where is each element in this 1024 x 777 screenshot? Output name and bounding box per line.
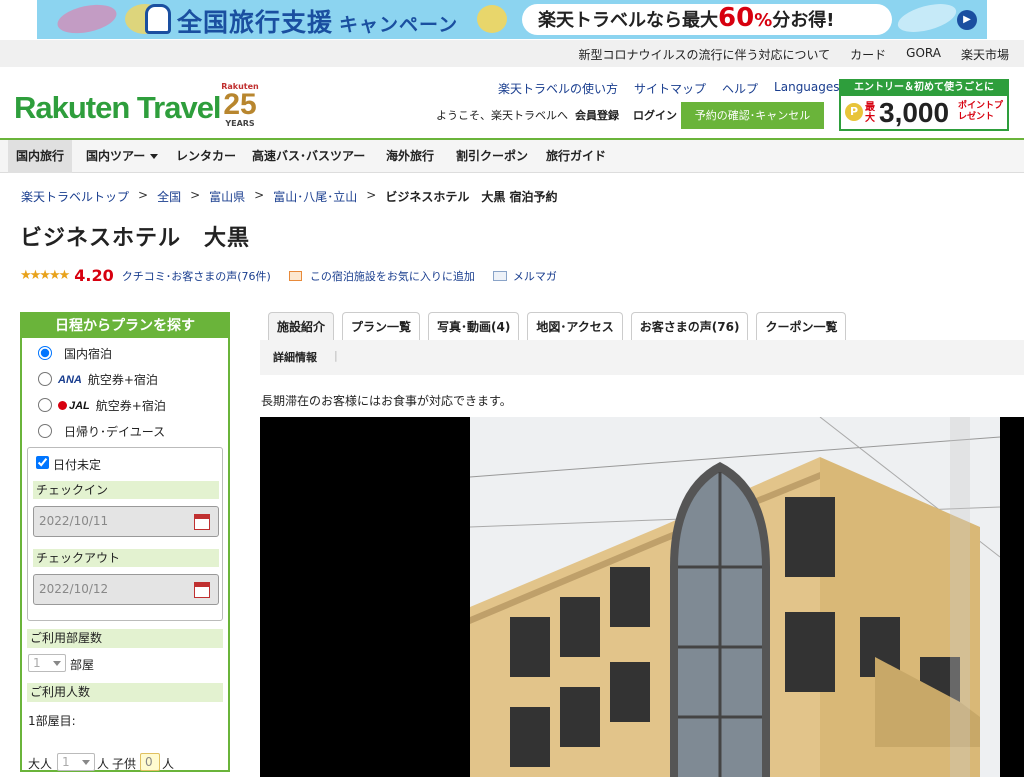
breadcrumb-top[interactable]: 楽天トラベルトップ — [21, 188, 129, 205]
breadcrumb-all[interactable]: 全国 — [157, 188, 181, 205]
rooms-select[interactable]: 1 — [28, 654, 66, 672]
chevron-down-icon — [53, 661, 61, 666]
covid-link[interactable]: 新型コロナウイルスの流行に伴う対応について — [579, 46, 831, 63]
rooms-unit: 部屋 — [70, 658, 95, 672]
plan-search-panel: 日程からプランを探す 国内宿泊 ANA 航空券+宿泊 JAL 航空券+宿泊 日帰り･… — [20, 312, 230, 772]
tab-coupons[interactable]: クーポン一覧 — [756, 312, 847, 340]
ichiba-link[interactable]: 楽天市場 — [961, 46, 1009, 63]
date-box: 日付未定 チェックイン 2022/10/11 チェックアウト 2022/10/1… — [27, 447, 223, 621]
train-icon — [145, 4, 171, 34]
radio-jal[interactable] — [38, 398, 52, 412]
radio-jal-label: 航空券+宿泊 — [95, 399, 166, 413]
jal-logo: JAL — [58, 400, 90, 412]
utility-bar: 新型コロナウイルスの流行に伴う対応について カード GORA 楽天市場 — [0, 40, 1024, 67]
gora-link[interactable]: GORA — [906, 46, 941, 63]
checkout-input[interactable]: 2022/10/12 — [33, 574, 219, 605]
help-link[interactable]: ヘルプ — [722, 80, 758, 97]
login-link[interactable]: ログイン — [633, 107, 677, 123]
campaign-banner[interactable]: 全国旅行支援 キャンペーン 楽天トラベルなら最大60%分お得! ▶ — [37, 0, 987, 39]
welcome-text: ようこそ、楽天トラベルへ — [436, 109, 568, 122]
reservation-check-button[interactable]: 予約の確認･キャンセル — [681, 102, 824, 129]
rooms-label: ご利用部屋数 — [27, 629, 223, 648]
radio-ana[interactable] — [38, 372, 52, 386]
points-promo-banner[interactable]: エントリー＆初めて使うごとに P 最大 3,000 ポイントプレゼント — [839, 79, 1009, 131]
checkout-label: チェックアウト — [33, 549, 219, 567]
main-nav: 国内旅行 国内ツアー レンタカー 高速バス･バスツアー 海外旅行 割引クーポン … — [0, 138, 1024, 173]
tab-facility[interactable]: 施設紹介 — [268, 312, 335, 340]
reviews-link[interactable]: クチコミ･お客さまの声(76件) — [122, 268, 271, 284]
room1-label: 1部屋目: — [28, 714, 76, 728]
child-unit: 人 — [162, 757, 175, 771]
radio-ana-label: 航空券+宿泊 — [87, 373, 158, 387]
rating-score: 4.20 — [74, 266, 114, 285]
nav-domestic[interactable]: 国内旅行 — [8, 140, 73, 173]
play-icon[interactable]: ▶ — [957, 10, 977, 30]
rakuten-travel-logo[interactable]: Rakuten Travel — [14, 90, 222, 126]
mailmag-link[interactable]: メルマガ — [513, 268, 557, 284]
adult-label: 大人 — [28, 757, 53, 771]
sub-tab-bar: 詳細情報 | — [260, 340, 1024, 375]
breadcrumb-current: ビジネスホテル 大黒 宿泊予約 — [385, 190, 558, 204]
star-rating-icon: ★★★★★ — [20, 268, 70, 283]
subtab-divider: | — [334, 349, 338, 362]
point-coin-icon: P — [845, 103, 863, 121]
checkin-label: チェックイン — [33, 481, 219, 499]
card-link[interactable]: カード — [850, 46, 886, 63]
search-heading: 日程からプランを探す — [22, 314, 228, 338]
tab-reviews[interactable]: お客さまの声(76) — [630, 312, 749, 340]
nav-overseas[interactable]: 海外旅行 — [378, 140, 442, 173]
banner-title: 全国旅行支援 キャンペーン — [177, 8, 459, 37]
nav-domestic-tour[interactable]: 国内ツアー — [78, 140, 166, 173]
child-label: 子供 — [112, 757, 137, 771]
subtab-details[interactable]: 詳細情報 — [273, 349, 317, 365]
nav-bus[interactable]: 高速バス･バスツアー — [244, 140, 373, 173]
date-undecided-label: 日付未定 — [53, 458, 102, 472]
date-undecided-checkbox[interactable] — [36, 456, 49, 469]
adult-unit: 人 — [97, 757, 110, 771]
page-title: ビジネスホテル 大黒 — [20, 226, 251, 251]
banner-offer: 楽天トラベルなら最大60%分お得! — [522, 4, 892, 35]
anniversary-logo: Rakuten 25 YEARS — [221, 82, 259, 128]
radio-domestic[interactable] — [38, 346, 52, 360]
ana-logo: ANA — [58, 373, 82, 386]
chevron-down-icon — [150, 154, 159, 159]
add-favorite-link[interactable]: この宿泊施設をお気に入りに追加 — [310, 268, 475, 284]
signup-link[interactable]: 会員登録 — [575, 107, 619, 123]
hotel-tabs: 施設紹介 プラン一覧 写真･動画(4) 地図･アクセス お客さまの声(76) ク… — [268, 312, 847, 340]
hotel-photo[interactable] — [260, 417, 1024, 777]
radio-dayuse-label: 日帰り･デイユース — [64, 425, 166, 439]
rating-row: ★★★★★ 4.20 クチコミ･お客さまの声(76件) この宿泊施設をお気に入り… — [20, 266, 557, 285]
radio-domestic-label: 国内宿泊 — [64, 347, 113, 361]
tab-photos[interactable]: 写真･動画(4) — [428, 312, 520, 340]
calendar-icon[interactable] — [194, 582, 210, 598]
sitemap-link[interactable]: サイトマップ — [634, 80, 706, 97]
hotel-building-image — [260, 417, 1024, 777]
tab-map[interactable]: 地図･アクセス — [527, 312, 623, 340]
nav-rentacar[interactable]: レンタカー — [168, 140, 244, 173]
hotel-description: 長期滞在のお客様にはお食事が対応できます。 — [261, 394, 512, 408]
favorite-icon[interactable] — [288, 270, 302, 281]
chevron-down-icon — [82, 760, 90, 765]
tab-plans[interactable]: プラン一覧 — [342, 312, 421, 340]
breadcrumb: 楽天トラベルトップ > 全国 > 富山県 > 富山･八尾･立山 > ビジネスホテ… — [21, 188, 558, 205]
breadcrumb-toyama[interactable]: 富山県 — [209, 188, 245, 205]
calendar-icon[interactable] — [194, 514, 210, 530]
breadcrumb-area[interactable]: 富山･八尾･立山 — [273, 188, 357, 205]
child-input[interactable]: 0 — [140, 753, 160, 771]
nav-guide[interactable]: 旅行ガイド — [538, 140, 614, 173]
guests-label: ご利用人数 — [27, 683, 223, 702]
adult-select[interactable]: 1 — [57, 753, 95, 771]
howto-link[interactable]: 楽天トラベルの使い方 — [498, 80, 618, 97]
header-links: 楽天トラベルの使い方 サイトマップ ヘルプ Languages — [498, 80, 852, 97]
checkin-input[interactable]: 2022/10/11 — [33, 506, 219, 537]
nav-coupon[interactable]: 割引クーポン — [448, 140, 536, 173]
mail-icon[interactable] — [492, 270, 507, 281]
radio-dayuse[interactable] — [38, 424, 52, 438]
